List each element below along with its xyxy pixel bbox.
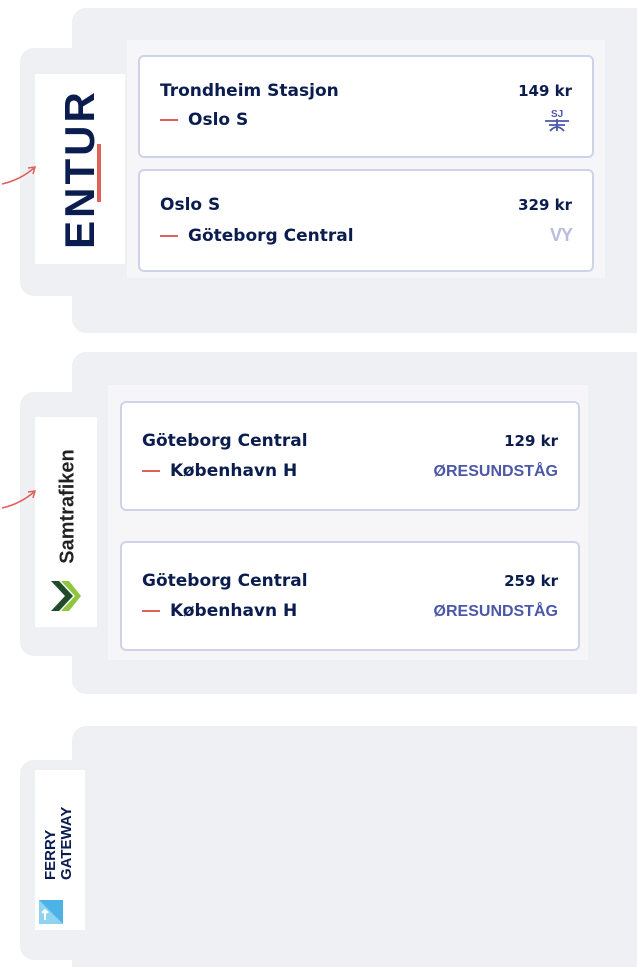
trip-origin: Göteborg Central	[142, 571, 308, 591]
entur-logo-underline	[97, 144, 101, 202]
trip-destination: Göteborg Central	[188, 226, 354, 246]
trip-card[interactable]: Oslo S Göteborg Central 329 kr VY	[138, 169, 594, 272]
trip-price: 129 kr	[504, 432, 558, 450]
trip-card[interactable]: Göteborg Central København H 259 kr ØRES…	[120, 541, 580, 651]
trip-price: 329 kr	[518, 196, 572, 214]
trip-price: 259 kr	[504, 572, 558, 590]
samtrafiken-chevron-icon	[51, 581, 81, 611]
ferry-gateway-logo: FERRY GATEWAY	[35, 770, 85, 930]
dash-icon	[160, 119, 178, 121]
trip-origin: Göteborg Central	[142, 431, 308, 451]
samtrafiken-logo-text: Samtrafiken	[56, 449, 79, 564]
trip-card[interactable]: Trondheim Stasjon Oslo S 149 kr SJ	[138, 55, 594, 158]
trip-destination: København H	[170, 601, 298, 621]
trip-origin: Trondheim Stasjon	[160, 81, 339, 101]
trip-destination: Oslo S	[188, 110, 249, 130]
ferry-gateway-logo-line2: GATEWAY	[58, 806, 75, 880]
trip-card[interactable]: Göteborg Central København H 129 kr ØRES…	[120, 401, 580, 511]
arrow-icon	[1, 166, 37, 185]
ferry-gateway-logo-line1: FERRY	[42, 829, 59, 880]
ferry-gateway-mark-icon	[39, 900, 63, 924]
sj-logo-icon: SJ	[545, 109, 569, 132]
dash-icon	[142, 470, 160, 472]
arrow-icon	[1, 490, 37, 509]
operator-label: ØRESUNDSTÅG	[433, 463, 558, 480]
ferry-gateway-panel	[72, 726, 637, 967]
trip-destination: København H	[170, 461, 298, 481]
trip-origin: Oslo S	[160, 195, 221, 215]
entur-logo: ENTUR	[35, 74, 125, 264]
dash-icon	[142, 610, 160, 612]
dash-icon	[160, 235, 178, 237]
samtrafiken-logo: Samtrafiken	[35, 417, 97, 627]
operator-label: ØRESUNDSTÅG	[433, 603, 558, 620]
operator-label: SJ	[551, 109, 563, 120]
operator-label: VY	[549, 225, 573, 245]
trip-price: 149 kr	[518, 82, 572, 100]
